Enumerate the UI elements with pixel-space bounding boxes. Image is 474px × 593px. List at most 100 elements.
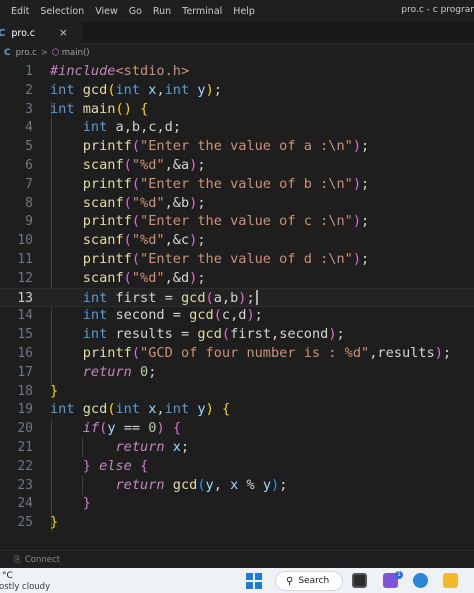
line-number: 8 — [25, 195, 33, 211]
line-number: 10 — [17, 233, 33, 249]
line-number: 18 — [17, 383, 33, 399]
code-text: return 0; — [82, 363, 157, 380]
code-line[interactable]: 8 scanf("%d",&b); — [0, 194, 474, 213]
search-label: Search — [298, 576, 330, 586]
code-text: int a,b,c,d; — [82, 119, 181, 136]
line-number: 12 — [17, 270, 33, 286]
code-text: printf("Enter the value of b :\n"); — [82, 175, 370, 192]
connect-label[interactable]: Connect — [25, 555, 60, 565]
code-line[interactable]: 15 int results = gcd(first,second); — [0, 325, 474, 344]
code-line[interactable]: 21 return x; — [0, 438, 474, 457]
breadcrumb-file[interactable]: pro.c — [16, 48, 37, 58]
code-line[interactable]: 19 int gcd(int x,int y) { — [0, 400, 474, 419]
code-text: } else { — [82, 457, 149, 474]
line-number: 24 — [17, 496, 33, 512]
plug-icon: ⎘ — [14, 554, 21, 565]
close-icon[interactable]: × — [59, 26, 68, 39]
breadcrumb-symbol[interactable]: main() — [62, 48, 90, 58]
line-number: 1 — [25, 64, 33, 79]
tab-bar: C pro.c × — [0, 22, 474, 44]
menu-selection[interactable]: Selection — [35, 6, 90, 17]
task-view-icon[interactable] — [352, 573, 367, 588]
code-text: scanf("%d",&d); — [82, 269, 206, 286]
code-text: int results = gcd(first,second); — [82, 326, 345, 343]
windows-start-icon[interactable] — [246, 573, 262, 589]
code-text: scanf("%d",&a); — [82, 157, 206, 173]
code-line[interactable]: 14 int second = gcd(c,d); — [0, 306, 474, 325]
line-number: 9 — [25, 214, 33, 230]
line-number: 15 — [17, 327, 33, 343]
menu-go[interactable]: Go — [123, 6, 147, 17]
code-text: int second = gcd(c,d); — [82, 307, 263, 324]
window-title: pro.c - c program — [401, 5, 474, 15]
code-text: scanf("%d",&b); — [82, 194, 206, 211]
menu-edit[interactable]: Edit — [0, 6, 35, 17]
code-line[interactable]: 24 } — [0, 494, 474, 513]
line-number: 19 — [17, 402, 33, 418]
code-line[interactable]: 2 int gcd(int x,int y); — [0, 81, 474, 100]
text-cursor — [255, 290, 258, 306]
line-number: 16 — [17, 346, 33, 361]
c-file-icon: C — [0, 27, 6, 39]
code-line[interactable]: 11 printf("Enter the value of d :\n"); — [0, 250, 474, 269]
tab-pro-c[interactable]: C pro.c × — [0, 22, 82, 44]
menu-run[interactable]: Run — [147, 6, 176, 17]
line-number: 23 — [17, 477, 33, 493]
line-number: 21 — [17, 440, 33, 455]
code-line[interactable]: 10 scanf("%d",&c); — [0, 231, 474, 250]
code-text: printf("Enter the value of d :\n"); — [82, 251, 370, 267]
code-line[interactable]: 4 int a,b,c,d; — [0, 118, 474, 137]
code-line[interactable]: 16 printf("GCD of four number is : %d",r… — [0, 344, 474, 363]
menu-view[interactable]: View — [90, 6, 124, 17]
code-line[interactable]: 23 return gcd(y, x % y); — [0, 476, 474, 495]
c-file-icon: C — [4, 47, 11, 58]
line-number: 13 — [17, 290, 33, 306]
code-text: if(y == 0) { — [82, 420, 181, 437]
code-text: return gcd(y, x % y); — [115, 476, 288, 493]
code-text: printf("GCD of four number is : %d",resu… — [82, 345, 452, 361]
notification-badge: 1 — [395, 571, 403, 579]
weather-description[interactable]: ostly cloudy — [0, 582, 50, 592]
file-explorer-icon[interactable] — [443, 573, 458, 588]
menu-terminal[interactable]: Terminal — [177, 6, 228, 17]
code-text: int main() { — [50, 100, 149, 117]
line-number: 2 — [25, 82, 33, 98]
function-cube-icon: ⬡ — [51, 47, 60, 58]
line-number: 11 — [17, 252, 33, 267]
line-number: 4 — [25, 120, 33, 136]
line-number: 14 — [17, 308, 33, 324]
code-text: int gcd(int x,int y) { — [50, 401, 231, 418]
code-line[interactable]: 3 int main() { — [0, 100, 474, 119]
code-line[interactable]: 17 return 0; — [0, 363, 474, 382]
weather-temperature[interactable]: °C — [2, 571, 13, 581]
code-text: int gcd(int x,int y); — [50, 81, 222, 98]
code-line[interactable]: 5 printf("Enter the value of a :\n"); — [0, 137, 474, 156]
code-line[interactable]: 22 } else { — [0, 457, 474, 476]
code-line[interactable]: 1 #include<stdio.h> — [0, 62, 474, 81]
code-text: int first = gcd(a,b); — [50, 289, 258, 308]
line-number: 5 — [25, 139, 33, 155]
code-line[interactable]: 9 printf("Enter the value of c :\n"); — [0, 212, 474, 231]
code-line[interactable]: 18} — [0, 382, 474, 401]
search-icon: ⚲ — [286, 575, 294, 587]
line-number: 17 — [17, 364, 33, 380]
code-text: } — [50, 514, 59, 531]
status-bar: ⎘ Connect — [0, 550, 474, 568]
line-number: 6 — [25, 158, 33, 173]
code-line[interactable]: 12 scanf("%d",&d); — [0, 269, 474, 288]
code-text: return x; — [115, 439, 190, 455]
code-line[interactable]: 6 scanf("%d",&a); — [0, 156, 474, 175]
code-line[interactable]: 25} — [0, 513, 474, 532]
code-line[interactable]: 7 printf("Enter the value of b :\n"); — [0, 175, 474, 194]
breadcrumb: C pro.c > ⬡ main() — [0, 44, 474, 61]
code-line[interactable]: 20 if(y == 0) { — [0, 419, 474, 438]
edge-browser-icon[interactable] — [413, 573, 428, 588]
code-text: printf("Enter the value of a :\n"); — [82, 138, 370, 155]
tab-label: pro.c — [11, 27, 35, 39]
menu-help[interactable]: Help — [228, 6, 261, 17]
code-editor[interactable]: 1 #include<stdio.h> 2 int gcd(int x,int y);… — [0, 61, 474, 550]
code-text: printf("Enter the value of c :\n"); — [82, 213, 370, 230]
menu-bar: Edit Selection View Go Run Terminal Help… — [0, 0, 474, 22]
taskbar-search-button[interactable]: ⚲ Search — [275, 571, 343, 591]
code-line[interactable]: 13 int first = gcd(a,b); — [0, 287, 474, 308]
